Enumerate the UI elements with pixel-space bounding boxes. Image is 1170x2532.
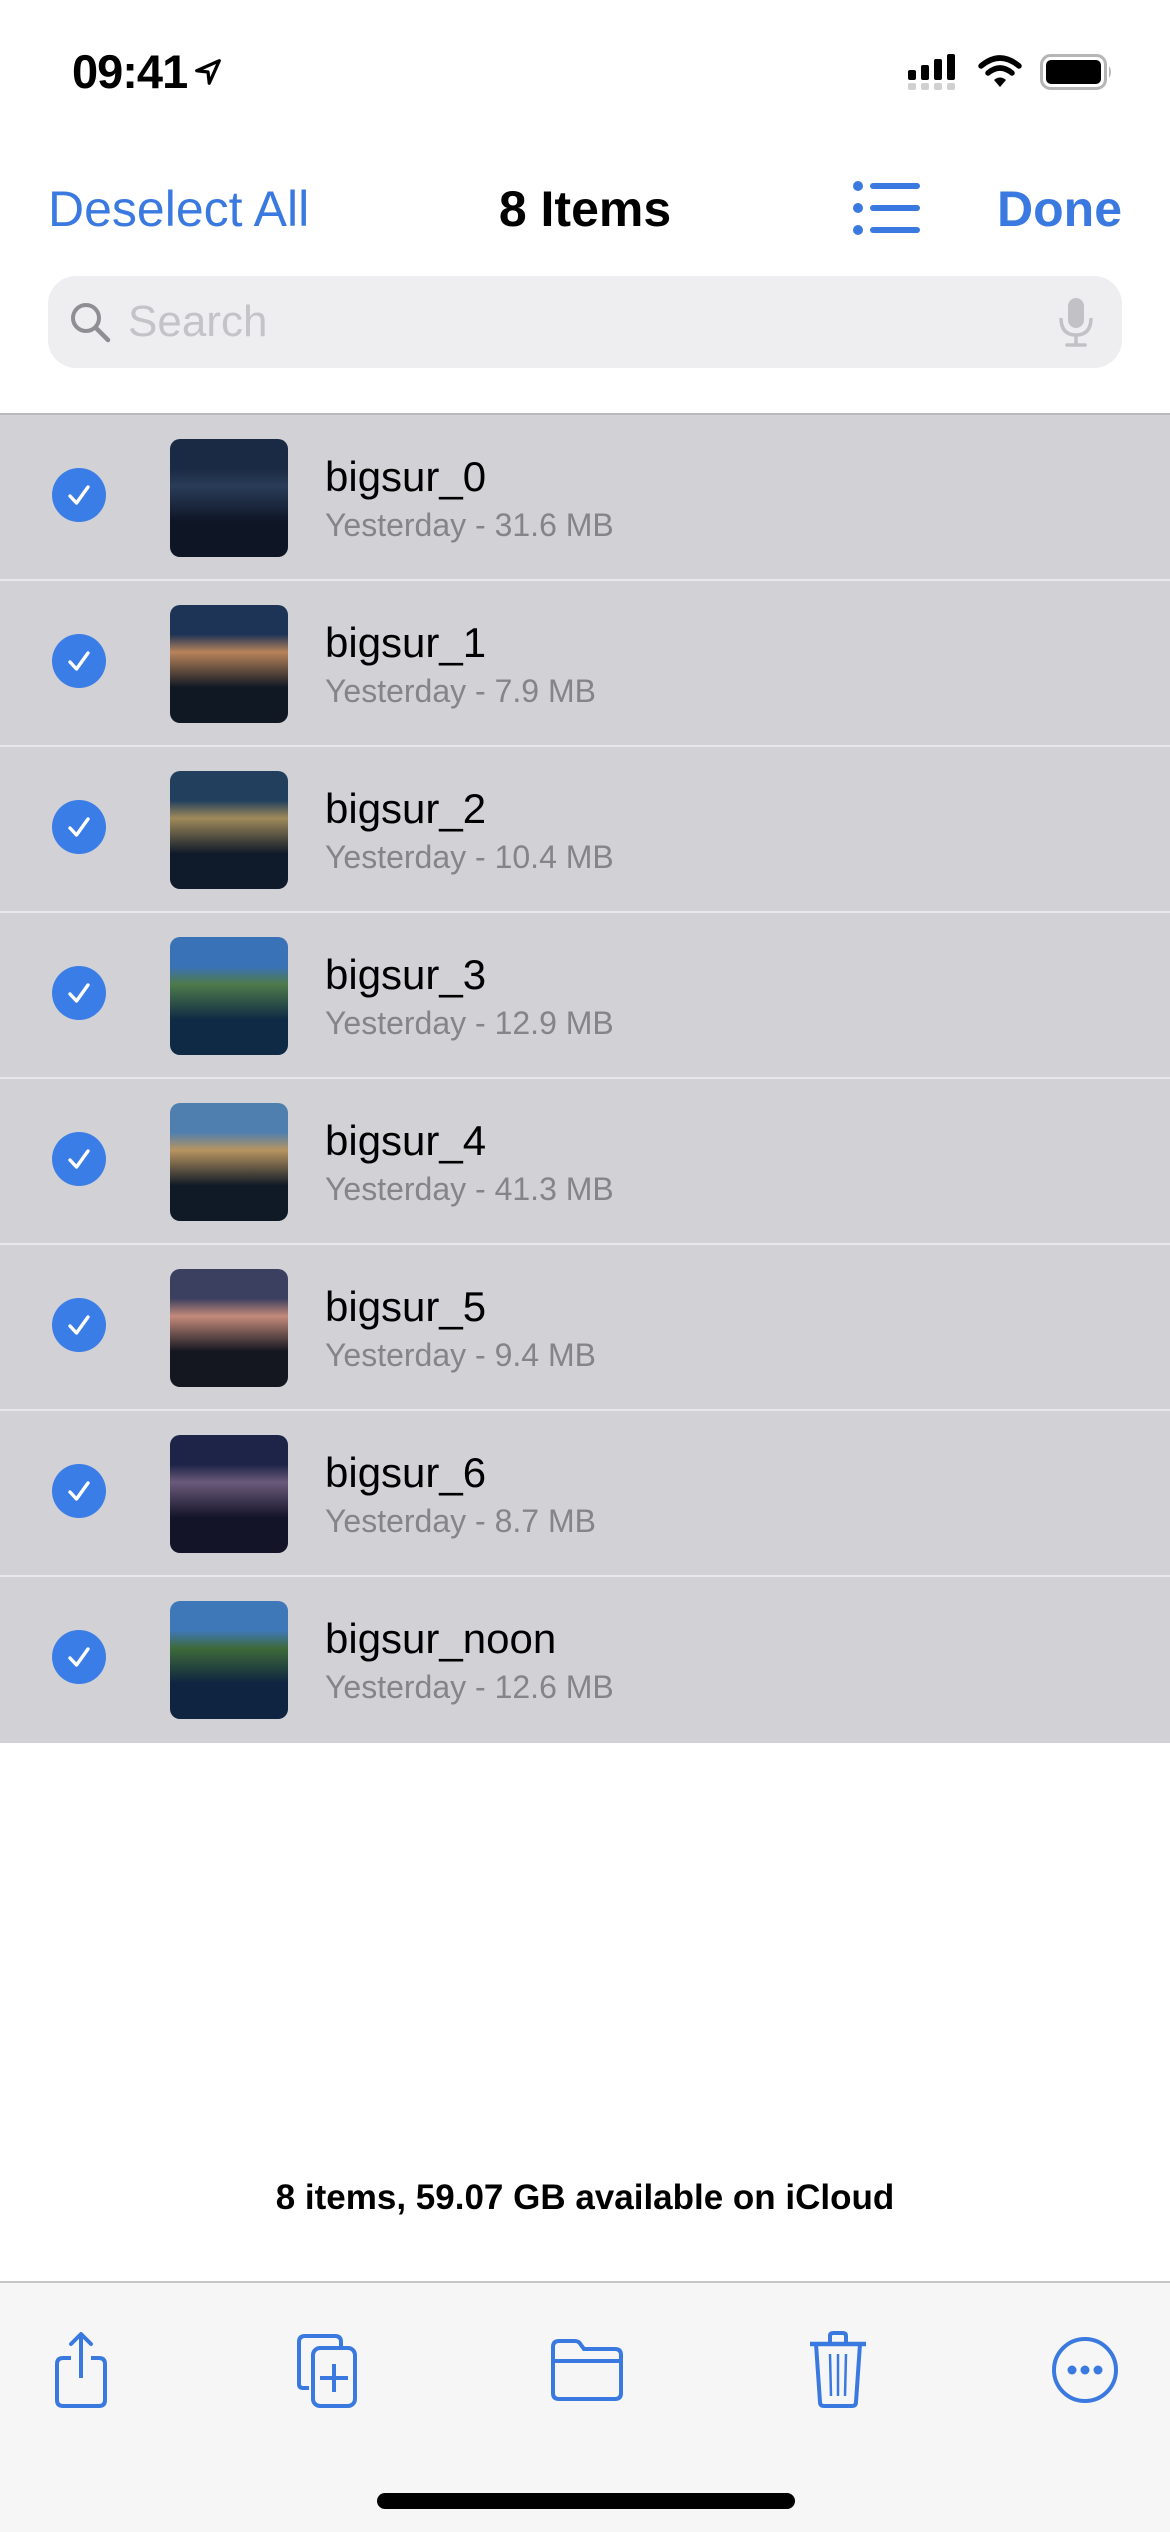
file-name: bigsur_4 [325, 1117, 487, 1164]
file-name: bigsur_6 [325, 1449, 487, 1496]
search-bar[interactable] [48, 276, 1122, 368]
file-thumbnail [170, 1103, 288, 1221]
checkmark-selected-icon[interactable] [52, 634, 106, 688]
file-name: bigsur_2 [325, 785, 487, 832]
file-name: bigsur_0 [325, 453, 487, 500]
status-bar: 09:41 [0, 0, 1170, 150]
file-meta: Yesterday - 10.4 MB [325, 839, 614, 875]
checkmark-selected-icon[interactable] [52, 1464, 106, 1518]
file-thumbnail [170, 439, 288, 557]
file-meta: Yesterday - 41.3 MB [325, 1171, 614, 1207]
storage-info: 8 items, 59.07 GB available on iCloud [275, 2178, 895, 2217]
file-row[interactable]: bigsur_noon Yesterday - 12.6 MB [0, 1577, 1170, 1743]
file-meta: Yesterday - 8.7 MB [325, 1503, 596, 1539]
file-meta: Yesterday - 7.9 MB [325, 673, 596, 709]
list-view-icon[interactable] [852, 178, 924, 238]
home-indicator[interactable] [377, 2493, 795, 2509]
microphone-icon[interactable] [1056, 296, 1096, 348]
checkmark-selected-icon[interactable] [52, 800, 106, 854]
file-meta: Yesterday - 12.6 MB [325, 1669, 614, 1705]
file-row[interactable]: bigsur_2 Yesterday - 10.4 MB [0, 747, 1170, 913]
wifi-icon [978, 55, 1022, 87]
folder-icon [551, 2339, 623, 2401]
file-list: bigsur_0 Yesterday - 31.6 MB bigsur_1 Ye… [0, 413, 1170, 1743]
checkmark-selected-icon[interactable] [52, 1298, 106, 1352]
move-button[interactable] [542, 2325, 632, 2415]
file-row[interactable]: bigsur_3 Yesterday - 12.9 MB [0, 913, 1170, 1079]
file-row[interactable]: bigsur_4 Yesterday - 41.3 MB [0, 1079, 1170, 1245]
file-name: bigsur_5 [325, 1283, 487, 1330]
file-thumbnail [170, 771, 288, 889]
share-button[interactable] [36, 2325, 126, 2415]
delete-button[interactable] [793, 2325, 883, 2415]
more-button[interactable] [1040, 2325, 1130, 2415]
file-name: bigsur_1 [325, 619, 487, 666]
status-time: 09:41 [72, 45, 188, 98]
file-row[interactable]: bigsur_0 Yesterday - 31.6 MB [0, 415, 1170, 581]
share-icon [55, 2332, 107, 2408]
status-icons [908, 54, 1114, 90]
search-icon [71, 303, 111, 343]
page-title: 8 Items [498, 181, 672, 237]
location-arrow-icon [195, 58, 222, 85]
battery-icon [1040, 54, 1111, 90]
done-button[interactable]: Done [997, 180, 1122, 238]
file-row[interactable]: bigsur_5 Yesterday - 9.4 MB [0, 1245, 1170, 1411]
more-icon [1052, 2337, 1118, 2403]
search-input[interactable] [128, 297, 1056, 347]
status-time-group: 09:41 [72, 44, 223, 99]
file-thumbnail [170, 1269, 288, 1387]
file-meta: Yesterday - 9.4 MB [325, 1337, 596, 1373]
file-name: bigsur_noon [325, 1615, 557, 1662]
trash-icon [810, 2331, 866, 2408]
file-name: bigsur_3 [325, 951, 487, 998]
checkmark-selected-icon[interactable] [52, 1630, 106, 1684]
checkmark-selected-icon[interactable] [52, 966, 106, 1020]
file-row[interactable]: bigsur_1 Yesterday - 7.9 MB [0, 581, 1170, 747]
file-thumbnail [170, 937, 288, 1055]
checkmark-selected-icon[interactable] [52, 1132, 106, 1186]
duplicate-icon [297, 2334, 357, 2408]
file-thumbnail [170, 1435, 288, 1553]
file-thumbnail [170, 605, 288, 723]
deselect-all-button[interactable]: Deselect All [48, 180, 309, 238]
file-meta: Yesterday - 12.9 MB [325, 1005, 614, 1041]
file-meta: Yesterday - 31.6 MB [325, 507, 614, 543]
duplicate-button[interactable] [284, 2325, 374, 2415]
checkmark-selected-icon[interactable] [52, 468, 106, 522]
cellular-signal-icon [908, 54, 955, 90]
file-thumbnail [170, 1601, 288, 1719]
navigation-bar: Deselect All 8 Items Done [0, 160, 1170, 260]
file-row[interactable]: bigsur_6 Yesterday - 8.7 MB [0, 1411, 1170, 1577]
